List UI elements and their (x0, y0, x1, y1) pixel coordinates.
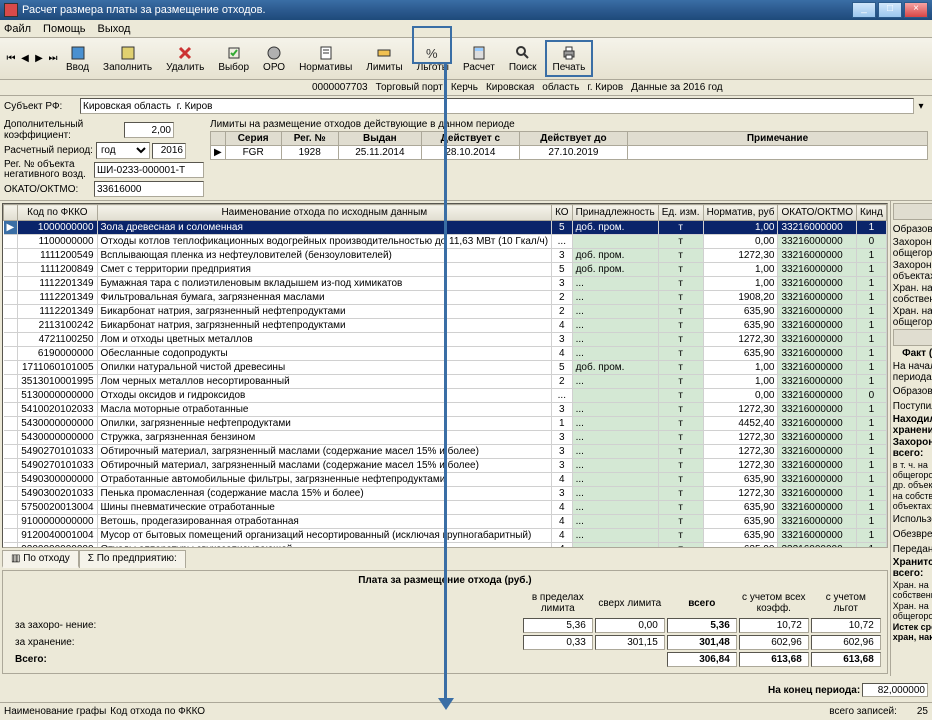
window-title: Расчет размера платы за размещение отход… (22, 4, 850, 16)
bottom-right: На конец периода: (768, 683, 928, 698)
app-icon (4, 3, 18, 17)
th-kod[interactable]: Код по ФККО (18, 205, 97, 221)
info-torg: Торговый порт (376, 82, 443, 93)
konets-val[interactable] (862, 683, 928, 697)
norm-icon (317, 44, 335, 62)
status-count-label: всего записей: (829, 706, 897, 717)
close-button[interactable]: × (904, 2, 928, 18)
btn-vvod[interactable]: Ввод (60, 42, 95, 75)
btn-poisk[interactable]: Поиск (503, 42, 543, 75)
calc-icon (470, 44, 488, 62)
oro-icon (265, 44, 283, 62)
print-icon (560, 44, 578, 62)
limits-title: Лимиты на размещение отходов действующие… (210, 119, 928, 130)
menu-exit[interactable]: Выход (98, 23, 131, 35)
vvod-icon (69, 44, 87, 62)
btn-raschet[interactable]: Расчет (457, 42, 501, 75)
tab-po-otkhodu[interactable]: ▥ По отходу (2, 550, 79, 568)
status-graf-value: Код отхода по ФККО (110, 706, 205, 717)
right-panel: Лимит ОбразованияЗахорон. на общегород:З… (890, 201, 932, 676)
nav-last[interactable]: ⏭ (47, 52, 59, 66)
info-kirovskaya: Кировская (486, 82, 534, 93)
dopkoef-label: Дополнительный коэффициент: (4, 119, 124, 141)
search-icon (514, 44, 532, 62)
btn-udalit[interactable]: Удалить (160, 42, 210, 75)
year-header: 2016 год (893, 329, 932, 346)
nav-first[interactable]: ⏮ (5, 52, 17, 66)
btn-normativy[interactable]: Нормативы (293, 42, 358, 75)
minimize-button[interactable]: _ (852, 2, 876, 18)
statusbar: Наименование графы Код отхода по ФККО вс… (0, 702, 932, 720)
regno-label: Рег. № объекта негативного возд. (4, 160, 94, 180)
info-oblast: область (542, 82, 579, 93)
tab-po-predpriyatiyu[interactable]: Σ По предприятию: (79, 550, 186, 568)
th-norm[interactable]: Норматив, руб (703, 205, 778, 221)
info-id: 0000007703 (312, 82, 368, 93)
status-count: 25 (917, 706, 928, 717)
okato-label: ОКАТО/ОКТМО: (4, 184, 94, 195)
left-form: Дополнительный коэффициент: Расчетный пе… (4, 119, 204, 198)
btn-lgoty[interactable]: %Льготы (411, 42, 455, 75)
form-area: Дополнительный коэффициент: Расчетный пе… (0, 117, 932, 201)
regno-input[interactable] (94, 162, 204, 178)
btn-limity[interactable]: Лимиты (360, 42, 408, 75)
period-label: Расчетный период: (4, 145, 96, 156)
btn-pechat[interactable]: Печать (545, 40, 594, 77)
th-ko[interactable]: КО (552, 205, 573, 221)
discount-icon: % (424, 44, 442, 62)
subject-dropdown[interactable]: ▾ (914, 101, 928, 112)
menu-help[interactable]: Помощь (43, 23, 86, 35)
sigma-icon: Σ (88, 553, 97, 564)
select-icon (225, 44, 243, 62)
subject-row: Субъект РФ: ▾ (0, 96, 932, 116)
th-okato[interactable]: ОКАТО/ОКТМО (778, 205, 857, 221)
svg-text:%: % (426, 46, 438, 61)
right-form: Лимиты на размещение отходов действующие… (210, 119, 928, 198)
konets-label: На конец периода: (768, 685, 862, 696)
dopkoef-input[interactable] (124, 122, 174, 138)
info-period: Данные за 2016 год (631, 82, 722, 93)
okato-input[interactable] (94, 181, 204, 197)
subject-label: Субъект РФ: (4, 101, 80, 112)
annotation-line (444, 62, 447, 702)
annotation-arrow (438, 698, 454, 710)
sigma-icon: ▥ (11, 553, 23, 564)
btn-oro[interactable]: ОРО (257, 42, 291, 75)
titlebar: Расчет размера платы за размещение отход… (0, 0, 932, 20)
menubar: Файл Помощь Выход (0, 20, 932, 38)
maximize-button[interactable]: □ (878, 2, 902, 18)
th-ed[interactable]: Ед. изм. (658, 205, 703, 221)
btn-zapolnit[interactable]: Заполнить (97, 42, 158, 75)
th-name[interactable]: Наименование отхода по исходным данным (97, 205, 552, 221)
fact-header: Факт (движение отходов) (893, 348, 932, 359)
menu-file[interactable]: Файл (4, 23, 31, 35)
th-prinad[interactable]: Принадлежность (572, 205, 658, 221)
infobar: 0000007703 Торговый порт Керчь Кировская… (0, 80, 932, 96)
delete-icon (176, 44, 194, 62)
period-type[interactable]: год (96, 142, 150, 159)
btn-vybor[interactable]: Выбор (212, 42, 255, 75)
limit-icon (375, 44, 393, 62)
fill-icon (119, 44, 137, 62)
limits-table: СерияРег. №ВыданДействует сДействует доП… (210, 131, 928, 160)
info-gkirov: г. Киров (587, 82, 623, 93)
info-k1: Керчь (451, 82, 478, 93)
status-graf-label: Наименование графы (4, 706, 106, 717)
toolbar: ⏮ ◀ ▶ ⏭ Ввод Заполнить Удалить Выбор ОРО… (0, 38, 932, 80)
limit-header: Лимит (893, 203, 932, 220)
period-year[interactable] (152, 143, 186, 159)
nav-prev[interactable]: ◀ (19, 52, 31, 66)
nav-next[interactable]: ▶ (33, 52, 45, 66)
subject-input[interactable] (80, 98, 914, 114)
limits-row[interactable]: ▶FGR192825.11.201428.10.201427.10.2019 (211, 146, 928, 160)
th-kind[interactable]: Кинд (857, 205, 887, 221)
